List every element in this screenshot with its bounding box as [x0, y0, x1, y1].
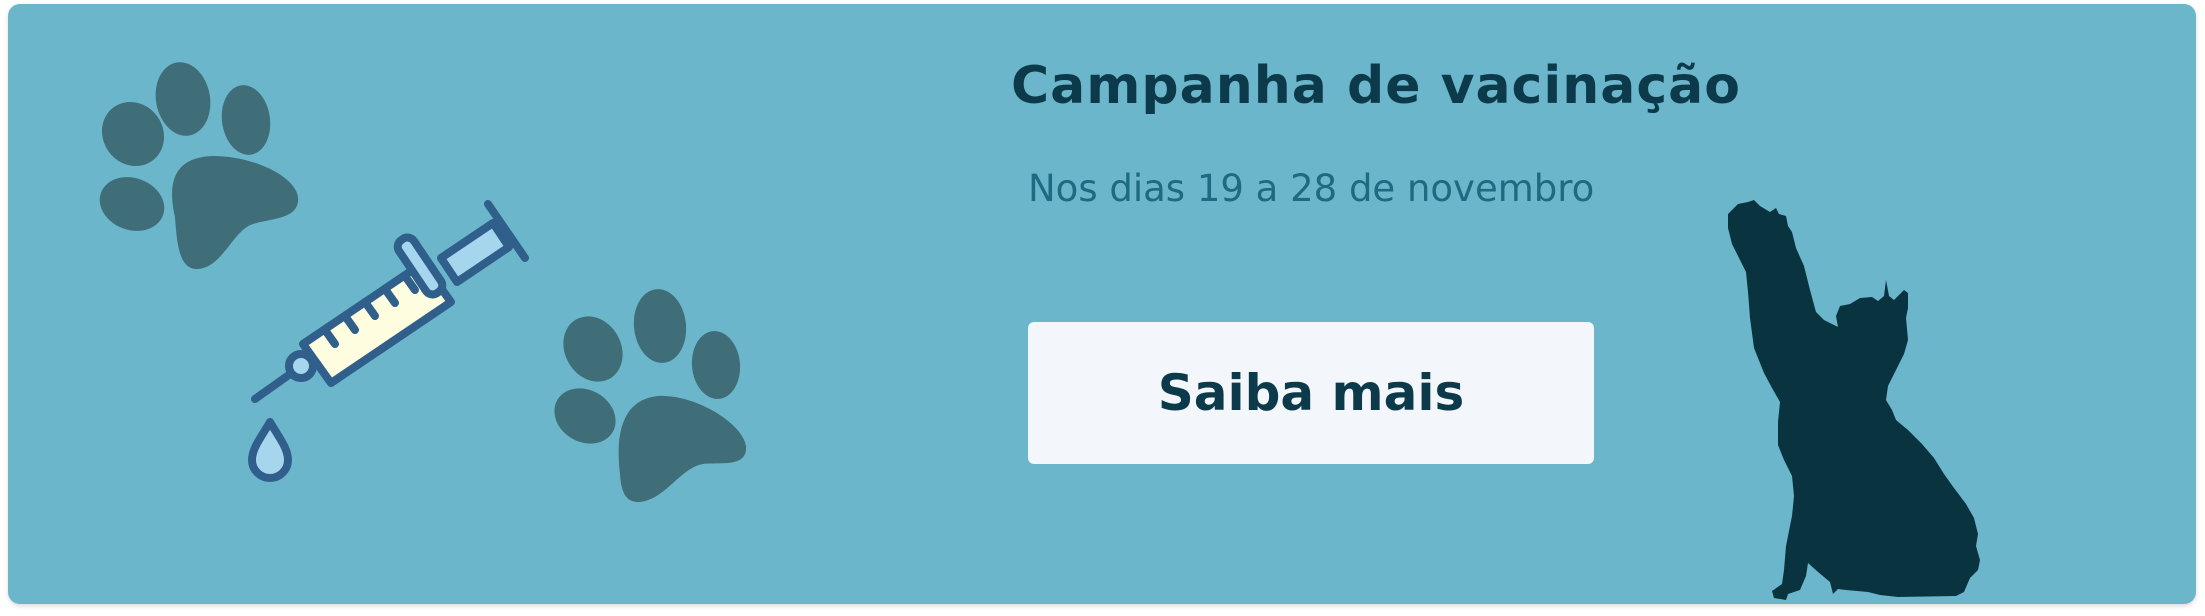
- vaccination-banner: Campanha de vacinação Nos dias 19 a 28 d…: [8, 4, 2196, 604]
- drop-icon: [248, 418, 292, 482]
- cat-silhouette-icon: [1728, 200, 1980, 600]
- campaign-dates: Nos dias 19 a 28 de novembro: [1028, 167, 1595, 210]
- campaign-title: Campanha de vacinação: [1011, 56, 1741, 116]
- paw-print-icon: [554, 289, 747, 503]
- learn-more-button[interactable]: Saiba mais: [1028, 322, 1594, 464]
